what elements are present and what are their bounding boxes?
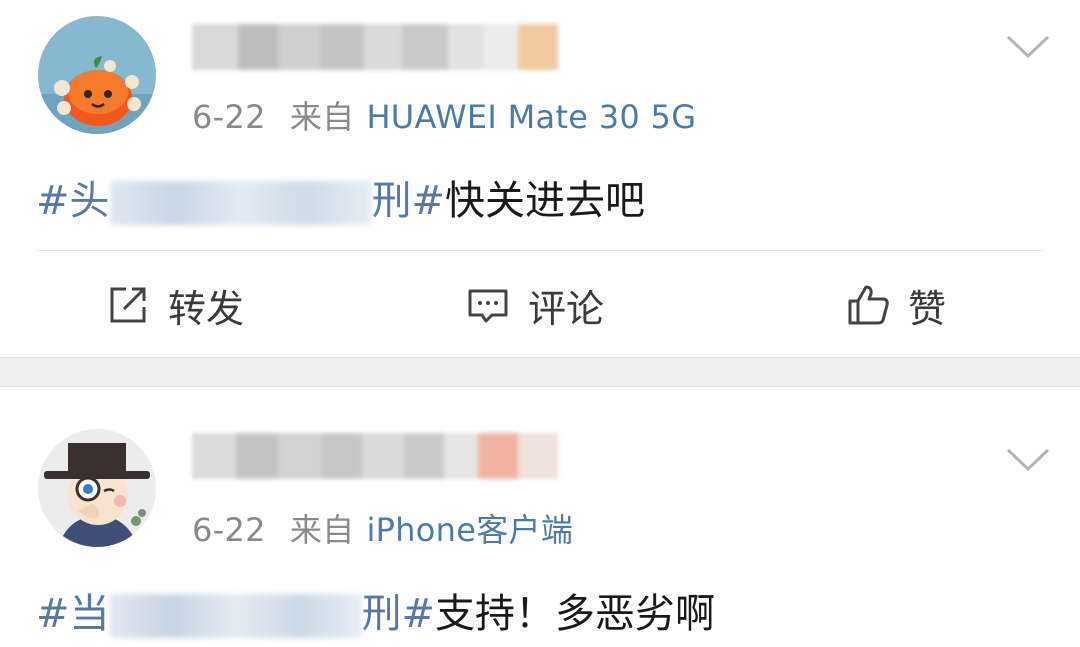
repost-label: 转发 — [168, 286, 245, 331]
post-text: 支持！多恶劣啊 — [435, 591, 716, 637]
hashtag-end[interactable]: 刑# — [372, 178, 446, 224]
username-obscured[interactable] — [192, 433, 582, 479]
chevron-down-icon[interactable] — [1006, 447, 1050, 473]
user-avatar[interactable] — [38, 429, 156, 547]
device-link[interactable]: HUAWEI Mate 30 5G — [366, 98, 696, 136]
hashtag-obscured[interactable] — [109, 181, 372, 225]
post-date: 6-22 — [192, 98, 266, 136]
weibo-post-1: 6-22 来自 HUAWEI Mate 30 5G #头 刑#快关进去吧 转发 评论 … — [0, 0, 1080, 357]
action-divider — [36, 250, 1044, 251]
repost-button[interactable]: 转发 — [106, 280, 245, 331]
source-label: 来自 — [289, 511, 355, 549]
comment-label: 评论 — [528, 286, 605, 331]
like-button[interactable]: 赞 — [846, 280, 947, 331]
repost-icon — [110, 287, 146, 323]
hashtag-start[interactable]: #当 — [36, 591, 110, 637]
username-obscured[interactable] — [192, 24, 582, 70]
comment-icon — [468, 289, 508, 323]
hashtag-end[interactable]: 刑# — [362, 591, 436, 637]
weibo-post-2: 6-22 来自 iPhone客户端 #当 刑#支持！多恶劣啊 — [0, 387, 1080, 647]
post-text: 快关进去吧 — [445, 178, 646, 224]
post-date: 6-22 — [192, 511, 266, 549]
like-icon — [848, 285, 889, 325]
post-meta: 6-22 来自 HUAWEI Mate 30 5G — [192, 92, 696, 138]
device-link[interactable]: iPhone客户端 — [366, 511, 573, 549]
hashtag-obscured[interactable] — [109, 594, 362, 638]
comment-button[interactable]: 评论 — [466, 280, 605, 331]
chevron-down-icon[interactable] — [1006, 34, 1050, 60]
post-separator — [0, 357, 1080, 387]
post-content: #头 刑#快关进去吧 — [36, 168, 645, 226]
source-label: 来自 — [289, 98, 355, 136]
like-label: 赞 — [908, 286, 947, 331]
user-avatar[interactable] — [38, 16, 156, 134]
post-content: #当 刑#支持！多恶劣啊 — [36, 581, 715, 639]
hashtag-start[interactable]: #头 — [36, 178, 110, 224]
post-meta: 6-22 来自 iPhone客户端 — [192, 505, 573, 551]
